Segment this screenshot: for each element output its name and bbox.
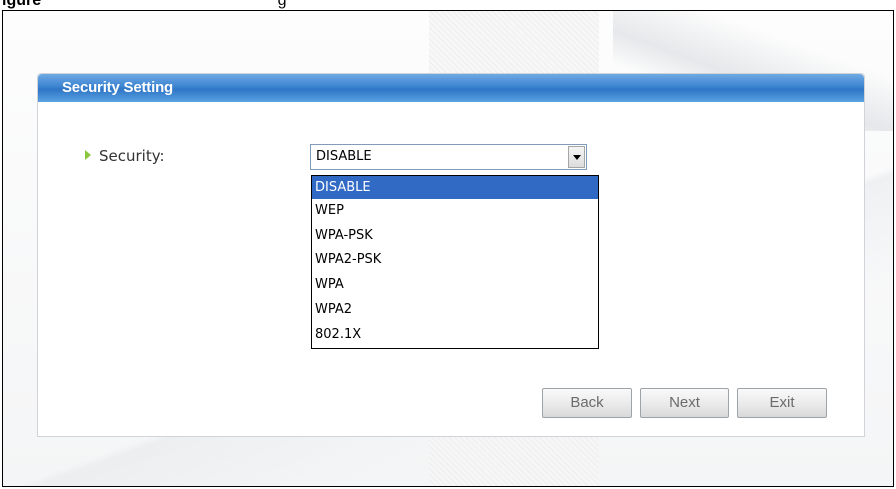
security-select-value: DISABLE xyxy=(316,149,372,164)
option-wpa2[interactable]: WPA2 xyxy=(312,298,598,321)
figure-caption: igure g xyxy=(0,0,896,10)
figure-label: igure xyxy=(2,0,42,9)
option-wep[interactable]: WEP xyxy=(312,199,598,222)
next-button[interactable]: Next xyxy=(640,388,729,418)
security-label-text: Security: xyxy=(99,147,165,165)
panel-header: Security Setting xyxy=(38,74,864,102)
exit-button[interactable]: Exit xyxy=(737,388,827,418)
chevron-down-icon xyxy=(573,155,581,160)
option-802-1x[interactable]: 802.1X xyxy=(312,323,598,346)
screenshot-frame: Security Setting Security: DISABLE DISAB… xyxy=(2,10,894,487)
option-wpa2-psk[interactable]: WPA2-PSK xyxy=(312,248,598,271)
security-options-list: DISABLE WEP WPA-PSK WPA2-PSK WPA WPA2 80… xyxy=(311,175,599,349)
panel-title: Security Setting xyxy=(62,79,173,96)
figure-text: g xyxy=(277,0,287,9)
option-disable[interactable]: DISABLE xyxy=(312,176,598,199)
security-select[interactable]: DISABLE xyxy=(310,144,587,170)
back-button[interactable]: Back xyxy=(542,388,632,418)
security-label: Security: xyxy=(85,147,165,165)
option-wpa-psk[interactable]: WPA-PSK xyxy=(312,224,598,247)
arrow-right-icon xyxy=(85,150,91,160)
option-wpa[interactable]: WPA xyxy=(312,273,598,296)
dropdown-button[interactable] xyxy=(568,146,585,168)
